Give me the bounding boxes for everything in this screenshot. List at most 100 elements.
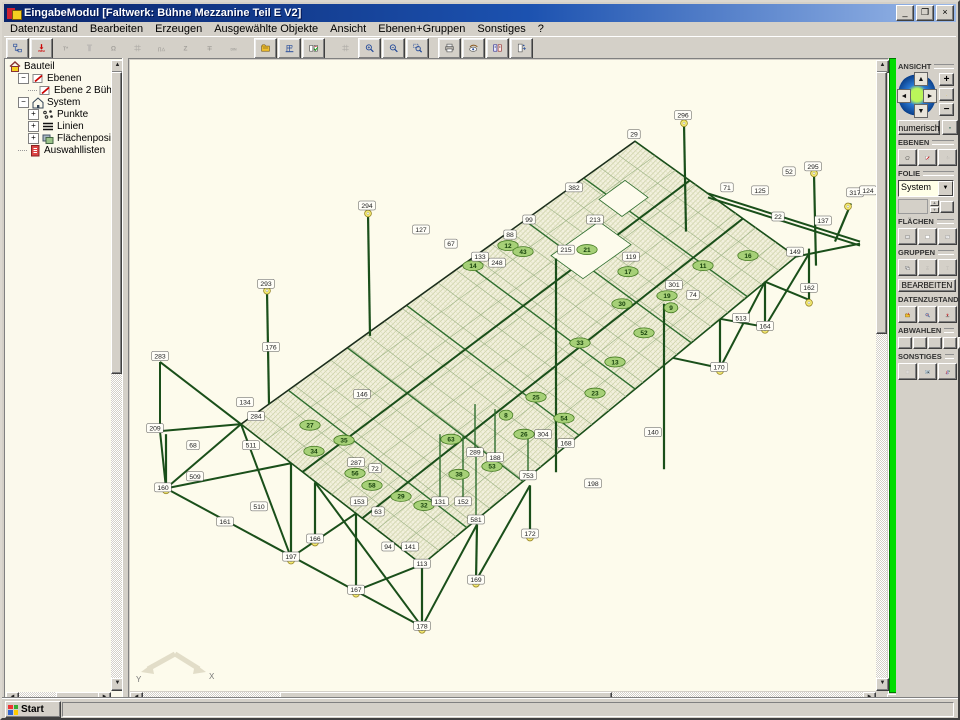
close-button[interactable]: × bbox=[936, 5, 954, 21]
menu-item-bearbeiten[interactable]: Bearbeiten bbox=[84, 23, 149, 35]
flaeche-umriss-button[interactable] bbox=[918, 228, 937, 245]
pidelta-icon: ∏△ bbox=[157, 40, 166, 56]
title-bar[interactable]: EingabeModul [Faltwerk: Bühne Mezzanine … bbox=[4, 4, 956, 22]
tree-vscroll-thumb[interactable] bbox=[111, 72, 122, 374]
view-rotate-control[interactable]: ▲ ▼◄ ► bbox=[898, 73, 936, 117]
menu-item--[interactable]: ? bbox=[532, 23, 550, 35]
flaeche-gefuellt-button[interactable] bbox=[898, 228, 917, 245]
menu-item-ansicht[interactable]: Ansicht bbox=[324, 23, 372, 35]
menu-item-ebenen-gruppen[interactable]: Ebenen+Gruppen bbox=[372, 23, 471, 35]
buch-pruefen-button[interactable] bbox=[302, 38, 325, 59]
rotate-left-icon[interactable]: ◄ bbox=[897, 89, 911, 103]
pillar-icon bbox=[85, 40, 94, 56]
sonstiges-ansicht-button[interactable] bbox=[918, 363, 937, 380]
kran-button[interactable] bbox=[278, 38, 301, 59]
tree-item-system[interactable]: −System bbox=[6, 96, 111, 108]
zoom-plus-button[interactable]: + bbox=[939, 73, 954, 86]
menu-item-ausgew-hlte-objekte[interactable]: Ausgewählte Objekte bbox=[208, 23, 324, 35]
svg-text:25: 25 bbox=[532, 394, 540, 401]
section-header-ansicht: ANSICHT bbox=[898, 62, 954, 71]
zoom-out-button[interactable] bbox=[382, 38, 405, 59]
node-label: 209 bbox=[147, 424, 164, 433]
save-view-button[interactable] bbox=[942, 120, 958, 135]
tree-item-punkte[interactable]: +Punkte bbox=[6, 108, 111, 120]
node-label: 88 bbox=[504, 230, 516, 239]
open-folder-button[interactable] bbox=[254, 38, 277, 59]
menu-item-sonstiges[interactable]: Sonstiges bbox=[471, 23, 531, 35]
svg-text:33: 33 bbox=[576, 340, 584, 347]
windows-logo-icon bbox=[8, 705, 18, 715]
node-label: 133 bbox=[472, 252, 489, 261]
minimize-button[interactable]: _ bbox=[896, 5, 914, 21]
svg-text:74: 74 bbox=[689, 292, 697, 299]
start-button[interactable]: Start bbox=[5, 701, 61, 718]
view-diagonal-button[interactable] bbox=[939, 88, 954, 101]
svg-text:30: 30 bbox=[618, 301, 626, 308]
tree-item-flächenpositione[interactable]: +Flächenpositione bbox=[6, 132, 111, 144]
tree-item-linien[interactable]: +Linien bbox=[6, 120, 111, 132]
svg-text:131: 131 bbox=[434, 499, 446, 506]
node-label: 146 bbox=[354, 390, 371, 399]
datenzustand-stempel-button[interactable] bbox=[938, 306, 957, 323]
drucken-button[interactable] bbox=[438, 38, 461, 59]
neu-button[interactable]: neu bbox=[30, 38, 53, 59]
svg-text:209: 209 bbox=[149, 426, 161, 433]
zoom-fenster-button[interactable] bbox=[406, 38, 429, 59]
beenden-button[interactable] bbox=[510, 38, 533, 59]
svg-text:52: 52 bbox=[640, 330, 648, 337]
collapse-box-icon[interactable]: − bbox=[18, 73, 29, 84]
rotate-right-icon[interactable]: ► bbox=[923, 89, 937, 103]
rotate-up-icon[interactable]: ▲ bbox=[914, 72, 928, 86]
zoom-minus-button[interactable]: − bbox=[939, 103, 954, 116]
ebene-poly-button[interactable] bbox=[898, 149, 917, 166]
ansicht-pinsel-button[interactable] bbox=[462, 38, 485, 59]
taskbar-tray[interactable] bbox=[62, 702, 954, 717]
bookcheck-icon bbox=[309, 40, 318, 56]
expand-box-icon[interactable]: + bbox=[28, 121, 39, 132]
menu-item-erzeugen[interactable]: Erzeugen bbox=[149, 23, 208, 35]
tree-item-bauteil[interactable]: Bauteil bbox=[6, 60, 111, 72]
collapse-box-icon[interactable]: − bbox=[18, 97, 29, 108]
tree-item-auswahllisten[interactable]: Auswahllisten bbox=[6, 144, 111, 156]
element-badge: 33 bbox=[570, 338, 590, 348]
datenzustand-pruefen-button[interactable] bbox=[918, 306, 937, 323]
ebene-bearbeiten-button[interactable] bbox=[918, 149, 937, 166]
gruppe-flaechen-button[interactable] bbox=[898, 259, 917, 276]
tree-item-ebene-2-bühne[interactable]: Ebene 2 Bühne bbox=[6, 84, 111, 96]
folie-dropdown[interactable]: System▼ bbox=[898, 180, 954, 197]
element-badge: 52 bbox=[634, 328, 654, 338]
chevron-down-icon[interactable]: ▼ bbox=[938, 181, 953, 196]
svg-text:137: 137 bbox=[817, 218, 829, 225]
expand-box-icon[interactable]: + bbox=[28, 133, 39, 144]
canvas-vscroll-thumb[interactable] bbox=[876, 72, 887, 334]
datenzustand-laden-button[interactable] bbox=[898, 306, 917, 323]
tree-item-ebenen[interactable]: −Ebenen bbox=[6, 72, 111, 84]
menu-item-datenzustand[interactable]: Datenzustand bbox=[4, 23, 84, 35]
svg-text:35: 35 bbox=[340, 438, 348, 445]
datenzustand-flow-button[interactable] bbox=[6, 38, 29, 59]
tree-connector bbox=[28, 90, 37, 91]
flaeche-kombiniert-button[interactable] bbox=[938, 228, 957, 245]
canvas-vertical-scrollbar[interactable]: ▲ ▼ bbox=[876, 60, 887, 691]
tree-vertical-scrollbar[interactable]: ▲ ▼ bbox=[111, 60, 122, 691]
zoomrect-icon bbox=[413, 40, 422, 56]
bearbeiten-button[interactable]: BEARBEITEN bbox=[898, 279, 956, 292]
buecher-button[interactable] bbox=[486, 38, 509, 59]
element-badge: 19 bbox=[657, 291, 677, 301]
maximize-button[interactable]: ❐ bbox=[916, 5, 934, 21]
model-canvas[interactable]: 2735345658293238532654231352963825333014… bbox=[130, 60, 876, 691]
numerisch-button[interactable]: numerisch bbox=[898, 120, 940, 135]
node-label: 169 bbox=[468, 575, 485, 584]
door-icon bbox=[517, 40, 526, 56]
zoom-in-button[interactable] bbox=[358, 38, 381, 59]
scroll-down-icon[interactable]: ▼ bbox=[876, 678, 889, 691]
rotate-down-icon[interactable]: ▼ bbox=[914, 104, 928, 118]
node-label: 293 bbox=[258, 279, 275, 288]
svg-text:188: 188 bbox=[489, 455, 501, 462]
sonstiges-nummern-button[interactable]: 123 bbox=[938, 363, 957, 380]
element-badge: 9 bbox=[664, 303, 678, 313]
crane-icon bbox=[285, 40, 294, 56]
expand-box-icon[interactable]: + bbox=[28, 109, 39, 120]
axes-icon bbox=[945, 151, 950, 165]
axis-indicator: YX bbox=[136, 654, 215, 684]
